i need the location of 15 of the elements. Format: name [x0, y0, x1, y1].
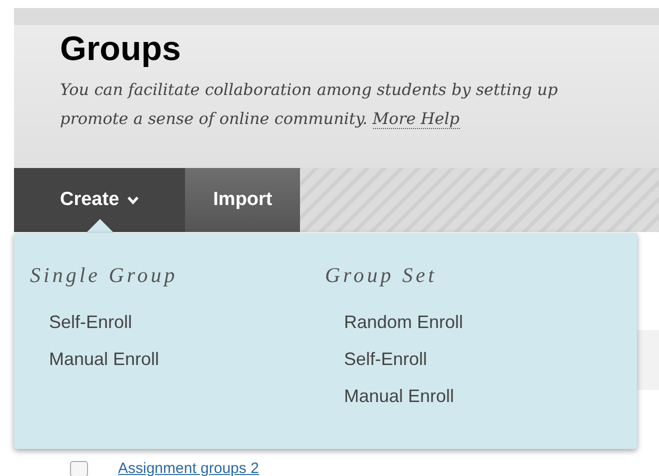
import-button[interactable]: Import — [185, 168, 300, 232]
menu-item[interactable]: Manual Enroll — [344, 386, 454, 407]
menu-item[interactable]: Manual Enroll — [49, 349, 160, 370]
page-description: You can facilitate collaboration among students by setting up promote a sense of online community. More Help — [60, 79, 558, 131]
menu-item[interactable]: Random Enroll — [344, 312, 464, 333]
menu-item[interactable]: Self-Enroll — [344, 349, 428, 370]
menu-section-heading: Group Set — [325, 263, 437, 288]
create-menu-button[interactable]: Create — [14, 168, 186, 232]
group-link[interactable]: Assignment groups 2 — [118, 460, 259, 476]
menu-section-heading: Single Group — [30, 263, 178, 288]
more-help-link[interactable]: More Help — [372, 109, 460, 129]
chevron-icon — [127, 196, 140, 204]
menu-item[interactable]: Self-Enroll — [49, 312, 132, 333]
page-title: Groups — [60, 30, 181, 69]
row-checkbox[interactable] — [70, 460, 88, 476]
